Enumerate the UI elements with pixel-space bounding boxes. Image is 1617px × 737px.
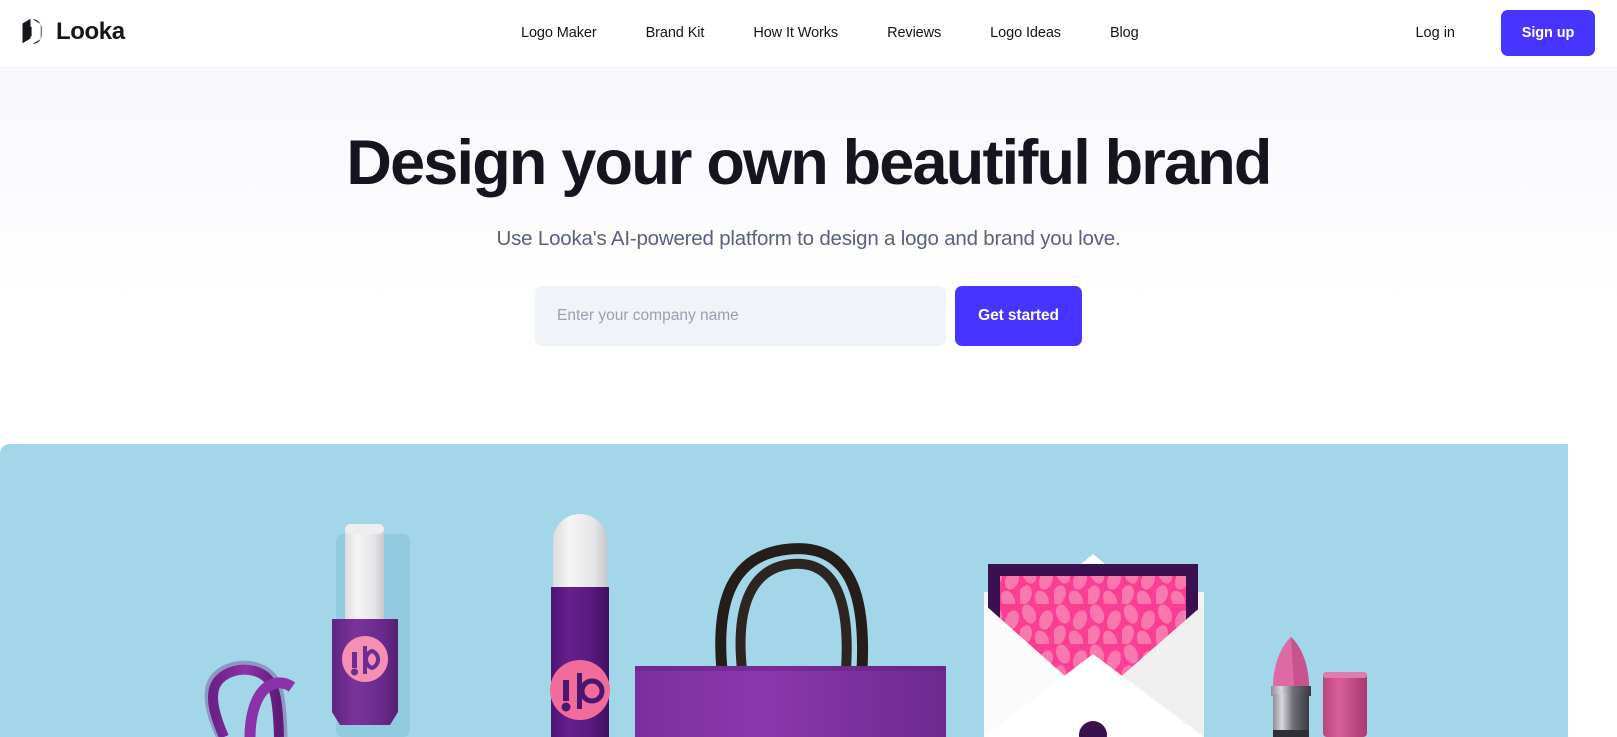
login-link[interactable]: Log in: [1415, 25, 1455, 41]
hero-section: Design your own beautiful brand Use Look…: [0, 66, 1617, 347]
looka-logomark-icon: [22, 18, 47, 45]
envelope-with-pink-leaf-liner: [984, 554, 1204, 737]
hero-subtitle: Use Looka's AI-powered platform to desig…: [496, 227, 1121, 251]
spray-bottle: [550, 514, 610, 737]
page-title: Design your own beautiful brand: [346, 128, 1272, 198]
nail-polish-bottle: [332, 524, 410, 737]
nav-item-logo-maker[interactable]: Logo Maker: [521, 25, 597, 41]
nav-item-logo-ideas[interactable]: Logo Ideas: [990, 25, 1061, 41]
brand-logo[interactable]: Looka: [22, 18, 125, 45]
nav-item-how-it-works[interactable]: How It Works: [753, 25, 838, 41]
company-name-input[interactable]: [535, 286, 946, 347]
hero-cta-row: Get started: [0, 286, 1617, 347]
get-started-button[interactable]: Get started: [955, 286, 1082, 347]
header-actions: Log in Sign up: [1415, 0, 1595, 66]
brand-name: Looka: [56, 17, 125, 45]
nav-item-reviews[interactable]: Reviews: [887, 25, 941, 41]
nav-item-blog[interactable]: Blog: [1110, 25, 1139, 41]
signup-button[interactable]: Sign up: [1501, 10, 1595, 56]
nav-item-brand-kit[interactable]: Brand Kit: [646, 25, 705, 41]
hero-product-image: [0, 444, 1568, 737]
site-header: Looka Logo Maker Brand Kit How It Works …: [0, 0, 1617, 66]
main-navigation: Logo Maker Brand Kit How It Works Review…: [521, 0, 1139, 66]
lipstick-cap: [1323, 672, 1367, 737]
